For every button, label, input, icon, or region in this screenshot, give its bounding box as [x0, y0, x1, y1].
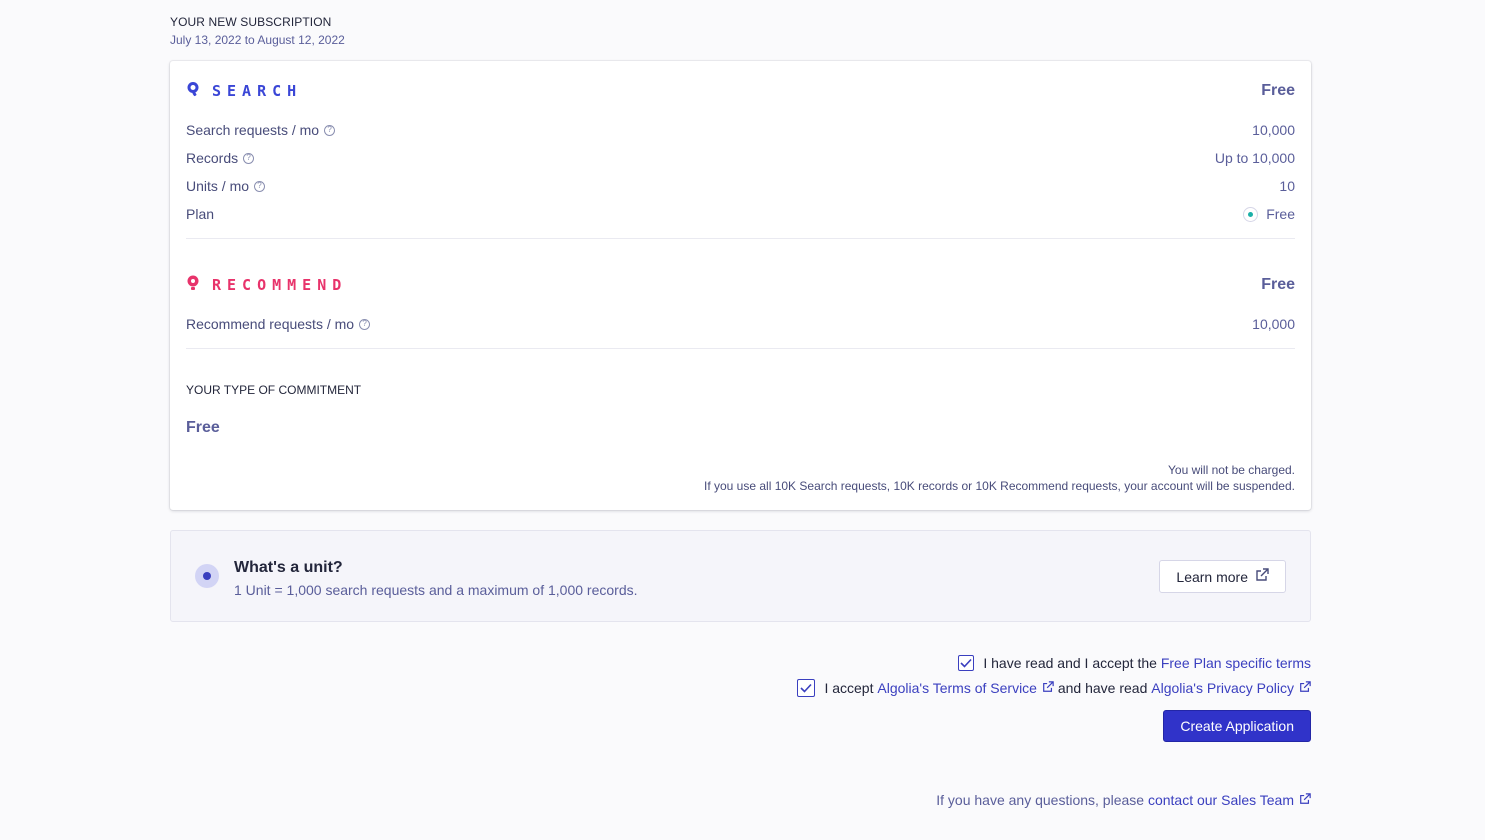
divider	[186, 348, 1295, 349]
unit-info-description: 1 Unit = 1,000 search requests and a max…	[234, 582, 638, 598]
search-section: SEARCH Free Search requests / mo? 10,000…	[186, 79, 1295, 228]
free-plan-terms-text: I have read and I accept the	[983, 655, 1161, 671]
recommend-row-requests: Recommend requests / mo? 10,000	[186, 310, 1295, 338]
tos-prefix: I accept	[824, 680, 878, 696]
check-icon	[800, 683, 813, 693]
search-price: Free	[1261, 82, 1295, 99]
learn-more-button[interactable]: Learn more	[1159, 560, 1286, 593]
commitment-section: YOUR TYPE OF COMMITMENT Free	[186, 383, 1295, 437]
charge-notice: You will not be charged. If you use all …	[704, 462, 1295, 494]
row-value: Free	[1266, 206, 1295, 222]
unit-info-box: What's a unit? 1 Unit = 1,000 search req…	[170, 530, 1311, 622]
recommend-header: RECOMMEND Free	[186, 273, 1295, 297]
external-link-icon	[1299, 792, 1311, 808]
subscription-card: SEARCH Free Search requests / mo? 10,000…	[170, 61, 1311, 510]
commitment-title: YOUR TYPE OF COMMITMENT	[186, 383, 362, 397]
free-plan-terms-checkbox[interactable]	[958, 655, 975, 671]
footer-text: If you have any questions, please	[936, 792, 1148, 808]
recommend-price: Free	[1261, 276, 1295, 293]
search-brand: SEARCH	[186, 81, 302, 102]
recommend-brand-name: RECOMMEND	[212, 276, 348, 294]
help-circle-icon[interactable]: ?	[254, 180, 266, 192]
external-link-icon	[1042, 680, 1054, 696]
external-link-icon	[1255, 568, 1269, 585]
help-circle-icon[interactable]: ?	[243, 152, 255, 164]
search-row-units: Units / mo? 10	[186, 172, 1295, 200]
privacy-policy-link[interactable]: Algolia's Privacy Policy	[1151, 680, 1294, 696]
recommend-brand: RECOMMEND	[186, 275, 347, 296]
terms-of-service-link[interactable]: Algolia's Terms of Service	[877, 680, 1037, 696]
tos-checkbox[interactable]	[797, 679, 816, 697]
search-logo-icon	[186, 81, 200, 102]
learn-more-label: Learn more	[1176, 568, 1248, 585]
row-label: Records	[186, 150, 239, 166]
divider	[186, 238, 1295, 239]
create-application-button[interactable]: Create Application	[1163, 710, 1311, 742]
charge-notice-line-2: If you use all 10K Search requests, 10K …	[704, 479, 1295, 493]
row-value: 10,000	[1252, 316, 1295, 332]
info-dot-icon	[195, 564, 219, 588]
row-label: Plan	[186, 206, 215, 222]
tos-middle: and have read	[1053, 680, 1152, 696]
row-label: Search requests / mo	[186, 122, 320, 138]
row-value: Up to 10,000	[1214, 150, 1295, 166]
row-label: Units / mo	[186, 178, 250, 194]
footer-contact: If you have any questions, please contac…	[936, 792, 1311, 808]
check-icon	[960, 658, 972, 668]
subscription-title: YOUR NEW SUBSCRIPTION	[170, 15, 332, 29]
subscription-header: YOUR NEW SUBSCRIPTION July 13, 2022 to A…	[170, 15, 345, 47]
search-row-plan: Plan Free	[186, 200, 1295, 228]
recommend-logo-icon	[186, 275, 200, 296]
row-value: 10,000	[1252, 122, 1295, 138]
free-plan-terms-link[interactable]: Free Plan specific terms	[1161, 655, 1311, 671]
charge-notice-line-1: You will not be charged.	[1168, 463, 1295, 477]
contact-sales-link[interactable]: contact our Sales Team	[1148, 792, 1294, 808]
search-row-records: Records? Up to 10,000	[186, 144, 1295, 172]
recommend-section: RECOMMEND Free Recommend requests / mo? …	[186, 273, 1295, 338]
help-circle-icon[interactable]: ?	[324, 124, 336, 136]
free-plan-terms: I have read and I accept the Free Plan s…	[958, 655, 1311, 671]
tos-terms: I accept Algolia's Terms of Service and …	[797, 679, 1311, 697]
search-brand-name: SEARCH	[212, 82, 303, 100]
commitment-value: Free	[186, 419, 220, 436]
plan-status-icon	[1243, 206, 1259, 222]
row-label: Recommend requests / mo	[186, 316, 355, 332]
unit-info-title: What's a unit?	[234, 559, 343, 576]
help-circle-icon[interactable]: ?	[359, 318, 371, 330]
search-row-requests: Search requests / mo? 10,000	[186, 116, 1295, 144]
row-value: 10	[1279, 178, 1295, 194]
subscription-dates: July 13, 2022 to August 12, 2022	[170, 33, 345, 47]
search-header: SEARCH Free	[186, 79, 1295, 103]
external-link-icon	[1299, 680, 1311, 696]
